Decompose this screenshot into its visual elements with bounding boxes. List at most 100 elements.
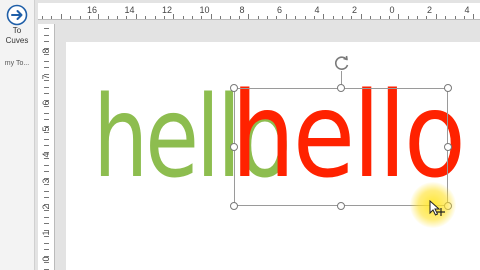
- ruler-tick: [44, 255, 49, 257]
- ruler-tick: [44, 249, 49, 250]
- ruler-tick: [44, 106, 49, 107]
- ruler-label: 4: [314, 5, 320, 15]
- ruler-tick: [60, 14, 62, 19]
- ruler-tick: [44, 203, 49, 205]
- ruler-label: 2: [351, 5, 358, 15]
- ribbon-panel: To Cuves my To...: [0, 0, 35, 270]
- ruler-tick: [44, 158, 49, 159]
- ruler-tick: [44, 229, 49, 231]
- ruler-tick: [388, 16, 390, 19]
- ruler-tick: [313, 16, 315, 19]
- ruler-label: 4: [464, 5, 470, 15]
- ruler-tick: [44, 184, 49, 185]
- ruler-tick: [44, 262, 49, 263]
- ruler-tick: [44, 197, 49, 198]
- ruler-tick: [210, 14, 212, 19]
- ruler-tick: [44, 132, 49, 133]
- ruler-tick: [44, 236, 49, 237]
- ruler-label: 14: [124, 5, 135, 15]
- ruler-tick: [182, 16, 184, 19]
- ruler-tick: [285, 14, 287, 19]
- ruler-tick: [445, 16, 447, 19]
- arrow-right-circle-icon: [6, 4, 28, 26]
- ruler-tick: [44, 99, 49, 101]
- ruler-tick: [44, 164, 49, 166]
- ruler-tick: [238, 16, 240, 19]
- ruler-tick: [323, 14, 325, 19]
- ruler-tick: [248, 14, 250, 19]
- ruler-label: 10: [199, 5, 210, 15]
- ruler-tick: [44, 41, 49, 42]
- resize-handle-left[interactable]: [230, 143, 238, 151]
- ruler-tick: [79, 16, 81, 19]
- ruler-tick: [44, 223, 49, 224]
- ruler-tick: [126, 16, 128, 19]
- ruler-label: 8: [239, 5, 245, 15]
- ruler-tick: [229, 16, 231, 19]
- ruler-tick: [463, 16, 465, 19]
- horizontal-ruler[interactable]: 16 14 12 10 8 6 4 2 0 2 4: [38, 3, 480, 20]
- ruler-tick: [44, 190, 49, 192]
- ruler-tick: [44, 171, 49, 172]
- ruler-tick: [44, 145, 49, 146]
- ruler-label: 2: [426, 5, 433, 15]
- to-curves-label-line1: To: [12, 26, 22, 35]
- ruler-label: 16: [86, 5, 98, 15]
- move-cursor-icon: [429, 199, 445, 216]
- ruler-label: 0: [389, 5, 395, 15]
- ruler-tick: [257, 16, 259, 19]
- ruler-tick: [417, 16, 418, 19]
- ruler-tick: [70, 16, 72, 19]
- ruler-tick: [107, 16, 109, 19]
- vertical-ruler[interactable]: 876543210: [38, 24, 55, 270]
- ruler-tick: [276, 16, 278, 19]
- resize-handle-bottom-left[interactable]: [230, 202, 238, 210]
- ruler-label: 6: [276, 5, 283, 15]
- ruler-tick: [473, 14, 475, 19]
- resize-handle-top[interactable]: [337, 84, 345, 92]
- ruler-tick: [135, 14, 137, 19]
- ruler-tick: [44, 60, 49, 62]
- ruler-label: 12: [161, 5, 173, 15]
- ruler-tick: [44, 268, 49, 270]
- ruler-tick: [454, 16, 456, 19]
- ruler-tick: [44, 210, 49, 211]
- ruler-tick: [192, 16, 193, 19]
- to-curves-button[interactable]: To Cuves: [0, 4, 34, 54]
- ruler-tick: [51, 16, 53, 19]
- ruler-tick: [351, 16, 353, 19]
- ruler-tick: [154, 16, 156, 19]
- ruler-tick: [332, 16, 334, 19]
- ruler-tick: [163, 16, 165, 19]
- resize-handle-top-right[interactable]: [444, 84, 452, 92]
- ruler-tick: [117, 16, 118, 19]
- ruler-tick: [44, 177, 49, 179]
- ruler-tick: [407, 16, 409, 19]
- ruler-tick: [145, 16, 147, 19]
- ruler-tick: [44, 28, 49, 29]
- resize-handle-top-left[interactable]: [230, 84, 238, 92]
- ruler-tick: [98, 14, 100, 19]
- ruler-tick: [426, 16, 428, 19]
- ruler-tick: [44, 47, 49, 49]
- ruler-tick: [44, 73, 49, 75]
- ruler-tick: [44, 216, 49, 218]
- ruler-tick: [44, 80, 49, 81]
- rotate-handle-icon[interactable]: [333, 54, 351, 72]
- ruler-tick: [44, 67, 49, 68]
- ribbon-group-label: my To...: [4, 60, 30, 67]
- ruler-tick: [44, 34, 49, 36]
- ruler-tick: [370, 16, 372, 19]
- ruler-tick: [173, 14, 175, 19]
- ruler-tick: [44, 242, 49, 244]
- ruler-tick: [267, 16, 268, 19]
- ruler-tick: [44, 151, 49, 153]
- ruler-tick: [44, 112, 49, 114]
- resize-handle-right[interactable]: [444, 143, 452, 151]
- ruler-tick: [201, 16, 203, 19]
- to-curves-label-line2: Cuves: [5, 36, 29, 45]
- resize-handle-bottom[interactable]: [337, 202, 345, 210]
- ruler-tick: [44, 86, 49, 88]
- ruler-tick: [44, 119, 49, 120]
- ruler-tick: [398, 14, 400, 19]
